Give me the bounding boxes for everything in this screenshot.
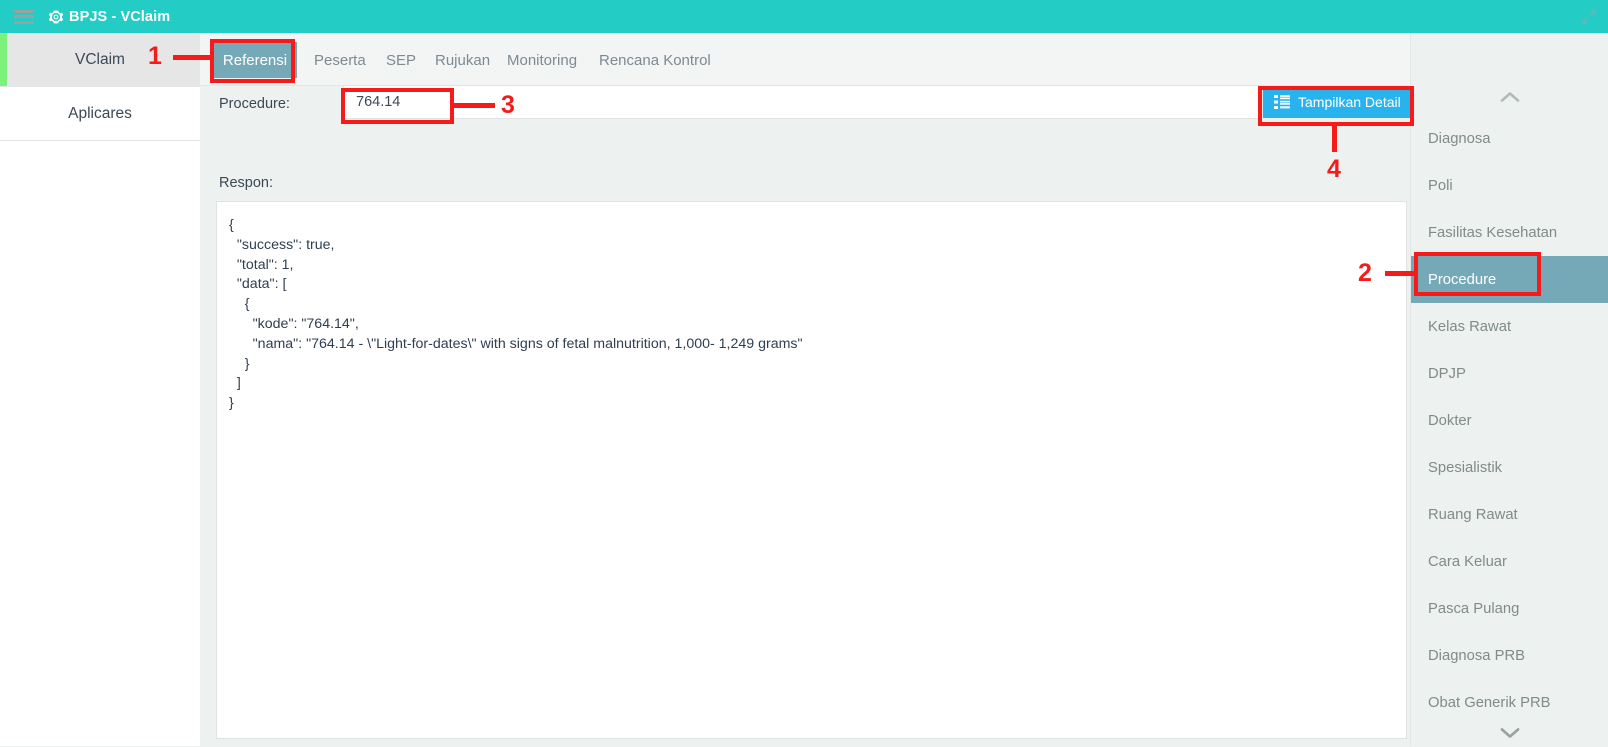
respon-label: Respon:	[219, 175, 273, 191]
right-menu-procedure[interactable]: Procedure	[1411, 256, 1608, 303]
menu-item-label: Spesialistik	[1428, 460, 1502, 476]
procedure-input[interactable]: 764.14	[343, 85, 1262, 119]
menu-item-label: Diagnosa	[1428, 131, 1491, 147]
menu-item-label: Kelas Rawat	[1428, 319, 1511, 335]
menu-item-label: Diagnosa PRB	[1428, 648, 1525, 664]
sidebar-item-vclaim[interactable]: VClaim	[0, 33, 200, 86]
right-menu-dpjp[interactable]: DPJP	[1411, 350, 1608, 397]
resize-cursor-icon[interactable]	[1580, 8, 1598, 26]
tab-peserta[interactable]: Peserta	[301, 42, 379, 78]
title-bar: BPJS - VClaim	[0, 0, 1608, 33]
menu-item-label: Procedure	[1428, 272, 1496, 288]
chevron-down-icon	[1500, 727, 1520, 739]
right-menu-pasca-pulang[interactable]: Pasca Pulang	[1411, 585, 1608, 632]
window-title: BPJS - VClaim	[69, 9, 170, 25]
query-row: Procedure: 764.14 Tampilkan Detail	[200, 85, 1410, 127]
menu-item-label: Cara Keluar	[1428, 554, 1507, 570]
reference-menu-list: Diagnosa Poli Fasilitas Kesehatan Proced…	[1411, 115, 1608, 723]
menu-item-label: Dokter	[1428, 413, 1472, 429]
right-menu-obat-generik-prb[interactable]: Obat Generik PRB	[1411, 679, 1608, 723]
procedure-input-value: 764.14	[344, 94, 400, 110]
right-sidebar: Diagnosa Poli Fasilitas Kesehatan Proced…	[1410, 33, 1608, 746]
list-icon	[1274, 95, 1290, 109]
chevron-up-icon	[1500, 91, 1520, 103]
sidebar-item-label: Aplicares	[68, 105, 132, 123]
tab-rujukan[interactable]: Rujukan	[422, 42, 503, 78]
sidebar-divider	[0, 140, 200, 141]
hamburger-icon[interactable]	[14, 10, 34, 24]
right-menu-poli[interactable]: Poli	[1411, 162, 1608, 209]
vclaim-app-window: BPJS - VClaim VClaim Aplicares Referensi…	[0, 0, 1608, 746]
tab-label: SEP	[386, 52, 416, 69]
scroll-up-button[interactable]	[1411, 83, 1608, 111]
menu-item-label: Obat Generik PRB	[1428, 695, 1551, 711]
main-content: Referensi Peserta SEP Rujukan Monitoring…	[200, 33, 1410, 746]
procedure-label: Procedure:	[219, 96, 290, 112]
right-menu-cara-keluar[interactable]: Cara Keluar	[1411, 538, 1608, 585]
tab-label: Rencana Kontrol	[599, 52, 711, 69]
gear-icon	[48, 9, 64, 25]
menu-item-label: Poli	[1428, 178, 1453, 194]
right-menu-ruang-rawat[interactable]: Ruang Rawat	[1411, 491, 1608, 538]
menu-item-label: Ruang Rawat	[1428, 507, 1518, 523]
right-menu-spesialistik[interactable]: Spesialistik	[1411, 444, 1608, 491]
scroll-down-button[interactable]	[1411, 719, 1608, 747]
right-menu-kelas-rawat[interactable]: Kelas Rawat	[1411, 303, 1608, 350]
right-menu-diagnosa[interactable]: Diagnosa	[1411, 115, 1608, 162]
menu-item-label: Pasca Pulang	[1428, 601, 1519, 617]
tab-rencana-kontrol[interactable]: Rencana Kontrol	[586, 42, 724, 78]
right-menu-fasilitas-kesehatan[interactable]: Fasilitas Kesehatan	[1411, 209, 1608, 256]
tampilkan-detail-button[interactable]: Tampilkan Detail	[1263, 86, 1411, 118]
right-menu-dokter[interactable]: Dokter	[1411, 397, 1608, 444]
tab-sep[interactable]: SEP	[373, 42, 429, 78]
tab-label: Referensi	[223, 52, 287, 69]
tampilkan-detail-label: Tampilkan Detail	[1298, 94, 1401, 110]
respon-output[interactable]: { "success": true, "total": 1, "data": […	[216, 201, 1407, 739]
menu-item-label: Fasilitas Kesehatan	[1428, 225, 1557, 241]
tab-referensi[interactable]: Referensi	[213, 42, 297, 78]
tab-bar: Referensi Peserta SEP Rujukan Monitoring…	[200, 33, 1410, 86]
sidebar-item-label: VClaim	[75, 51, 125, 69]
menu-item-label: DPJP	[1428, 366, 1466, 382]
right-menu-diagnosa-prb[interactable]: Diagnosa PRB	[1411, 632, 1608, 679]
tab-label: Rujukan	[435, 52, 490, 69]
tab-label: Peserta	[314, 52, 366, 69]
left-sidebar: VClaim Aplicares	[0, 33, 200, 746]
sidebar-item-aplicares[interactable]: Aplicares	[0, 87, 200, 140]
tab-label: Monitoring	[507, 52, 577, 69]
tab-monitoring[interactable]: Monitoring	[494, 42, 590, 78]
